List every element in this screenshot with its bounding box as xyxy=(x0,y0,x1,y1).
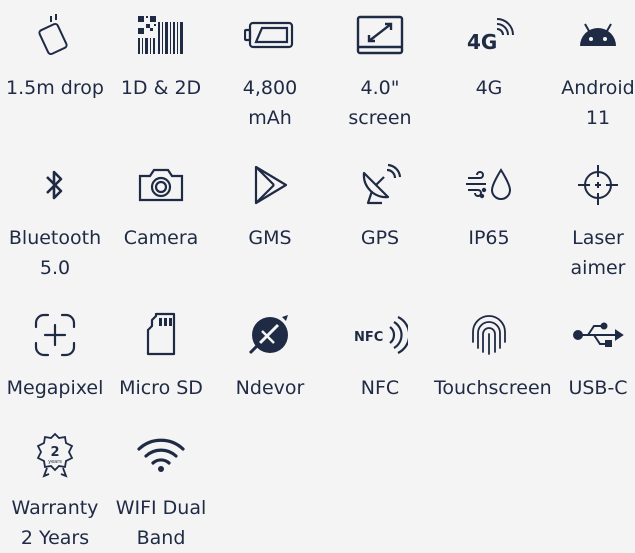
android-icon xyxy=(543,5,635,65)
feature-laser: Laser aimer xyxy=(543,155,635,283)
warranty-badge-icon: 2 years xyxy=(0,425,110,485)
warranty-badge-number: 2 xyxy=(50,445,59,460)
barcode-qr-icon xyxy=(106,5,216,65)
feature-gps: GPS xyxy=(325,155,435,253)
feature-grid: 1.5m drop 1D & 2D 4,800 mAh 4.0" screen … xyxy=(0,0,635,549)
feature-label: GMS xyxy=(248,227,292,249)
4g-signal-icon: 4G xyxy=(434,5,544,65)
feature-label: Megapixel xyxy=(6,377,104,399)
feature-label: NFC xyxy=(360,377,400,399)
wifi-icon xyxy=(106,425,216,485)
feature-wifi: WIFI Dual Band xyxy=(106,425,216,553)
feature-megapixel: Megapixel xyxy=(0,305,110,403)
bluetooth-icon xyxy=(0,155,110,215)
feature-label: GPS xyxy=(360,227,400,249)
feature-label: 4,800 xyxy=(242,77,298,99)
feature-label: aimer xyxy=(570,257,626,279)
feature-nfc: NFC NFC xyxy=(325,305,435,403)
feature-label: mAh xyxy=(248,107,292,129)
feature-label: Ndevor xyxy=(235,377,305,399)
nfc-icon-text: NFC xyxy=(354,330,383,345)
feature-ndevor: Ndevor xyxy=(215,305,325,403)
satellite-dish-icon xyxy=(325,155,435,215)
crosshair-icon xyxy=(543,155,635,215)
feature-label: 4G xyxy=(475,77,503,99)
feature-label: 1D & 2D xyxy=(120,77,202,99)
feature-gms: GMS xyxy=(215,155,325,253)
play-icon xyxy=(215,155,325,215)
feature-battery: 4,800 mAh xyxy=(215,5,325,133)
battery-icon xyxy=(215,5,325,65)
feature-label: Warranty xyxy=(11,497,99,519)
feature-label: Touchscreen xyxy=(434,377,552,399)
feature-label: Bluetooth xyxy=(8,227,102,249)
camera-icon xyxy=(106,155,216,215)
feature-android: Android 11 xyxy=(543,5,635,133)
feature-camera: Camera xyxy=(106,155,216,253)
feature-drop: 1.5m drop xyxy=(0,5,110,103)
feature-touch: Touchscreen xyxy=(434,305,552,403)
feature-warranty: 2 years Warranty 2 Years xyxy=(0,425,110,553)
feature-label: 1.5m drop xyxy=(6,77,104,99)
feature-4g: 4G 4G xyxy=(434,5,544,103)
fingerprint-icon xyxy=(434,305,544,365)
feature-label: Band xyxy=(136,527,186,549)
feature-label: IP65 xyxy=(468,227,510,249)
feature-label: 4.0" xyxy=(360,77,400,99)
feature-scan: 1D & 2D xyxy=(106,5,216,103)
feature-screen: 4.0" screen xyxy=(325,5,435,133)
dust-water-icon xyxy=(434,155,544,215)
feature-label: screen xyxy=(348,107,412,129)
sd-card-icon xyxy=(106,305,216,365)
feature-label: Camera xyxy=(123,227,199,249)
feature-ip65: IP65 xyxy=(434,155,544,253)
feature-usbc: USB-C xyxy=(543,305,635,403)
feature-label: Micro SD xyxy=(119,377,203,399)
feature-bluetooth: Bluetooth 5.0 xyxy=(0,155,110,283)
4g-icon-text: 4G xyxy=(467,30,497,54)
feature-label: USB-C xyxy=(568,377,628,399)
feature-label: WIFI Dual xyxy=(115,497,207,519)
drop-test-icon xyxy=(0,5,110,65)
feature-label: 11 xyxy=(585,107,611,129)
screen-size-icon xyxy=(325,5,435,65)
feature-label: 5.0 xyxy=(39,257,71,279)
feature-label: Laser xyxy=(572,227,624,249)
feature-microsd: Micro SD xyxy=(106,305,216,403)
feature-label: 2 Years xyxy=(20,527,90,549)
nfc-icon: NFC xyxy=(325,305,435,365)
focus-plus-icon xyxy=(0,305,110,365)
ndevor-logo-icon xyxy=(215,305,325,365)
feature-label: Android xyxy=(561,77,635,99)
usb-icon xyxy=(543,305,635,365)
warranty-badge-unit: years xyxy=(48,459,62,465)
